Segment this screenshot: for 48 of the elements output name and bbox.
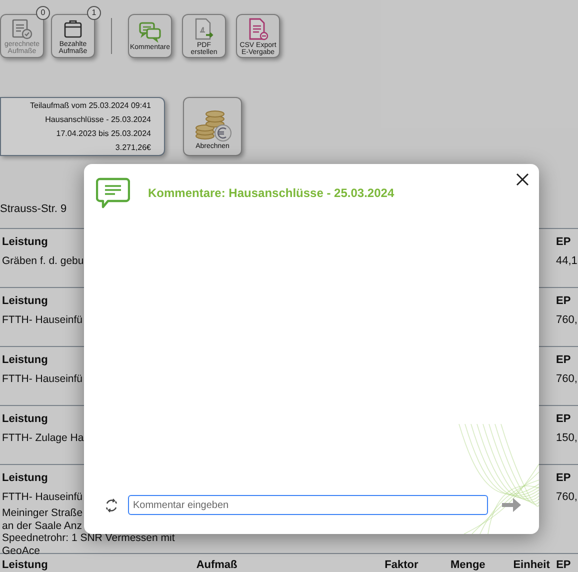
column-header: EP (556, 470, 572, 486)
info-line: Hausanschlüsse - 25.03.2024 (45, 114, 151, 126)
info-line: 17.04.2023 bis 25.03.2024 (56, 128, 151, 140)
count-badge: 0 (36, 6, 50, 20)
column-header: Leistung (2, 352, 48, 368)
close-icon (516, 172, 528, 186)
document-check-icon (11, 18, 33, 40)
column-header: EP (556, 412, 572, 427)
column-header: Menge (450, 558, 486, 572)
refresh-button[interactable] (104, 498, 119, 512)
dialog-title: Kommentare: Hausanschlüsse - 25.03.2024 (148, 185, 394, 202)
column-header: Leistung (2, 294, 48, 309)
info-line: Teilaufmaß vom 25.03.2024 09:41 (30, 100, 151, 112)
column-header: Leistung (2, 470, 48, 486)
service-text: Meininger Straße (2, 507, 84, 520)
unit-price: 150, (556, 431, 576, 446)
column-header: Aufmaß (196, 558, 238, 572)
column-header: Leistung (2, 412, 48, 427)
column-header: EP (556, 352, 572, 368)
column-header: EP (556, 234, 572, 250)
euro-coins-icon (192, 108, 232, 142)
chat-bubbles-icon (138, 21, 162, 43)
info-line: 3.271,26€ (115, 142, 151, 154)
message-bubble-icon (96, 177, 130, 209)
count-badge: 1 (87, 6, 101, 20)
service-text: Gräben f. d. gebu (2, 254, 84, 269)
unit-price: 760, (556, 372, 576, 387)
service-text: FTTH- Hauseinfü (2, 372, 83, 387)
column-header: Leistung (2, 558, 49, 572)
column-header: EP (556, 558, 572, 572)
unit-price: 44,1 (556, 254, 576, 269)
comment-input-field[interactable]: Kommentar eingeben (128, 495, 488, 515)
send-button[interactable] (502, 498, 521, 512)
column-header: Faktor (384, 558, 420, 572)
column-header: Leistung (2, 234, 48, 250)
service-text: GeoAce (2, 544, 41, 557)
column-header: EP (556, 294, 572, 309)
service-text: an der Saale Anz (2, 520, 83, 532)
service-text: Speednetrohr: 1 SNR Vermessen mit (2, 532, 175, 544)
unit-price: 760, (556, 313, 576, 328)
address-text: Strauss-Str. 9 (0, 202, 67, 217)
unit-price: 760, (556, 490, 576, 505)
column-header: Einheit (513, 558, 551, 572)
service-text: FTTH- Hauseinfü (2, 313, 83, 328)
refresh-icon (104, 498, 119, 512)
arrow-right-icon (502, 498, 521, 512)
close-button[interactable] (515, 172, 529, 186)
service-text: FTTH- Zulage Ha (2, 431, 84, 446)
